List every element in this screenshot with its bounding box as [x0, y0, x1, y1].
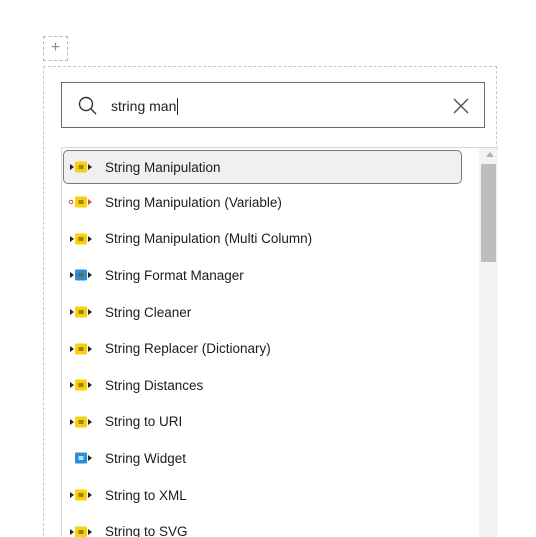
search-box[interactable]: string man: [61, 82, 485, 128]
node-manipulator-icon: [70, 416, 92, 428]
result-item-label: String Manipulation: [105, 159, 221, 175]
node-widget-icon: [75, 452, 92, 464]
result-item[interactable]: String to URI: [62, 404, 480, 441]
result-item-label: String to XML: [105, 487, 187, 503]
result-item-label: String to SVG: [105, 524, 188, 537]
result-item-label: String Widget: [105, 450, 187, 466]
node-view-icon: [70, 269, 92, 281]
result-item[interactable]: String Distances: [62, 367, 480, 404]
node-search-popup: string man String Manipulation String Man…: [43, 66, 498, 537]
node-manipulator-icon: [70, 161, 92, 173]
result-item[interactable]: String Manipulation (Variable): [62, 184, 480, 221]
result-item[interactable]: String Widget: [62, 440, 480, 477]
scrollbar[interactable]: [479, 148, 498, 537]
search-input[interactable]: string man: [111, 96, 179, 116]
result-item[interactable]: String Replacer (Dictionary): [62, 330, 480, 367]
node-manipulator-icon: [70, 343, 92, 355]
node-manipulator-icon: [70, 306, 92, 318]
result-item[interactable]: String Manipulation (Multi Column): [62, 221, 480, 258]
search-input-value: string man: [111, 98, 177, 114]
result-item-label: String Cleaner: [105, 304, 192, 320]
scrollbar-thumb[interactable]: [481, 164, 496, 262]
results-list[interactable]: String Manipulation String Manipulation (…: [61, 147, 498, 537]
result-item[interactable]: String Cleaner: [62, 294, 480, 331]
result-item[interactable]: String Format Manager: [62, 257, 480, 294]
result-item-label: String Distances: [105, 377, 204, 393]
result-item[interactable]: String to XML: [62, 477, 480, 514]
node-manipulator-icon: [70, 233, 92, 245]
search-icon: [78, 96, 97, 115]
result-item-label: String Replacer (Dictionary): [105, 341, 271, 357]
node-manipulator-icon: [70, 489, 92, 501]
result-item-label: String Manipulation (Variable): [105, 194, 282, 210]
result-item[interactable]: String Manipulation: [63, 150, 462, 184]
add-node-button[interactable]: +: [43, 36, 68, 61]
node-manipulator-icon: [70, 526, 92, 537]
result-item-label: String Manipulation (Multi Column): [105, 231, 313, 247]
text-caret: [177, 97, 179, 115]
result-item-label: String to URI: [105, 414, 183, 430]
node-variable-icon: [68, 196, 92, 208]
scroll-up-arrow-icon[interactable]: [486, 152, 494, 157]
results-items: String Manipulation String Manipulation (…: [62, 148, 480, 537]
close-icon[interactable]: [451, 96, 471, 116]
node-manipulator-icon: [70, 379, 92, 391]
result-item[interactable]: String to SVG: [62, 513, 480, 537]
result-item-label: String Format Manager: [105, 267, 244, 283]
